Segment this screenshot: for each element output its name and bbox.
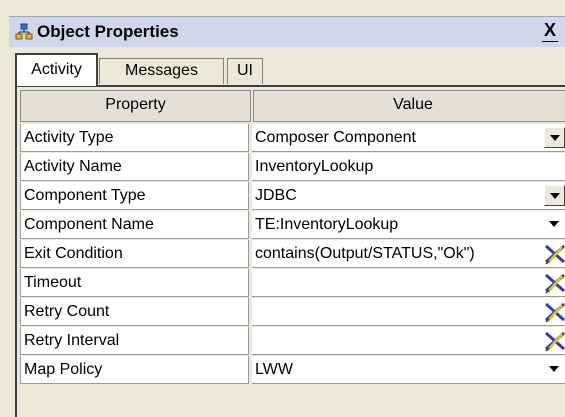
column-header-value[interactable]: Value <box>253 90 565 122</box>
tab-messages[interactable]: Messages <box>99 58 224 84</box>
property-value-field[interactable]: Composer Component <box>252 124 565 152</box>
property-name[interactable]: Component Type <box>20 182 249 210</box>
dropdown-arrow-icon[interactable] <box>544 214 565 235</box>
property-name[interactable]: Map Policy <box>20 356 249 384</box>
edit-expression-icon[interactable] <box>543 242 565 266</box>
property-row-activity-name: Activity Name InventoryLookup <box>20 153 565 182</box>
column-header-property[interactable]: Property <box>20 90 251 122</box>
property-name[interactable]: Activity Type <box>20 124 249 152</box>
property-name[interactable]: Retry Count <box>20 298 249 326</box>
property-name[interactable]: Retry Interval <box>20 327 249 355</box>
property-value-field[interactable] <box>252 269 565 297</box>
property-row-retry-count: Retry Count <box>20 298 565 327</box>
property-value-field[interactable]: LWW <box>252 356 565 384</box>
edit-expression-icon[interactable] <box>543 329 565 353</box>
property-value-field[interactable]: JDBC <box>252 182 565 210</box>
property-value-text: LWW <box>255 361 293 378</box>
close-button[interactable]: X <box>541 20 559 42</box>
property-name[interactable]: Exit Condition <box>20 240 249 268</box>
property-name[interactable]: Timeout <box>20 269 249 297</box>
tab-ui[interactable]: UI <box>227 58 263 84</box>
property-value-text: TE:InventoryLookup <box>255 216 399 233</box>
property-row-activity-type: Activity Type Composer Component <box>20 124 565 153</box>
property-row-map-policy: Map Policy LWW <box>20 356 565 385</box>
property-value-field[interactable] <box>252 327 565 355</box>
dropdown-arrow-icon[interactable] <box>544 185 565 206</box>
property-value-field[interactable]: contains(Output/STATUS,"Ok") <box>252 240 565 268</box>
property-row-exit-condition: Exit Condition contains(Output/STATUS,"Ok… <box>20 240 565 269</box>
dropdown-arrow-icon[interactable] <box>544 127 565 148</box>
property-value-text: JDBC <box>255 187 297 204</box>
property-value-field[interactable] <box>252 298 565 326</box>
window-title: Object Properties <box>37 22 179 41</box>
dropdown-arrow-icon[interactable] <box>544 359 565 380</box>
property-value-field[interactable]: InventoryLookup <box>252 153 565 181</box>
property-row-retry-interval: Retry Interval <box>20 327 565 356</box>
object-properties-icon <box>15 23 33 40</box>
property-name[interactable]: Component Name <box>20 211 249 239</box>
property-row-component-name: Component Name TE:InventoryLookup <box>20 211 565 240</box>
property-value-text: Composer Component <box>255 129 416 146</box>
property-grid: Property Value Activity Type Composer Com… <box>15 85 565 417</box>
property-value-text: InventoryLookup <box>255 158 374 175</box>
property-value-field[interactable]: TE:InventoryLookup <box>252 211 565 239</box>
tab-activity[interactable]: Activity <box>15 53 98 86</box>
property-row-component-type: Component Type JDBC <box>20 182 565 211</box>
edit-expression-icon[interactable] <box>543 300 565 324</box>
property-value-text: contains(Output/STATUS,"Ok") <box>255 245 475 262</box>
edit-expression-icon[interactable] <box>543 271 565 295</box>
title-bar[interactable]: Object Properties X <box>9 16 565 47</box>
property-row-timeout: Timeout <box>20 269 565 298</box>
object-properties-window: Object Properties X Activity Messages UI… <box>0 0 565 417</box>
property-name[interactable]: Activity Name <box>20 153 249 181</box>
